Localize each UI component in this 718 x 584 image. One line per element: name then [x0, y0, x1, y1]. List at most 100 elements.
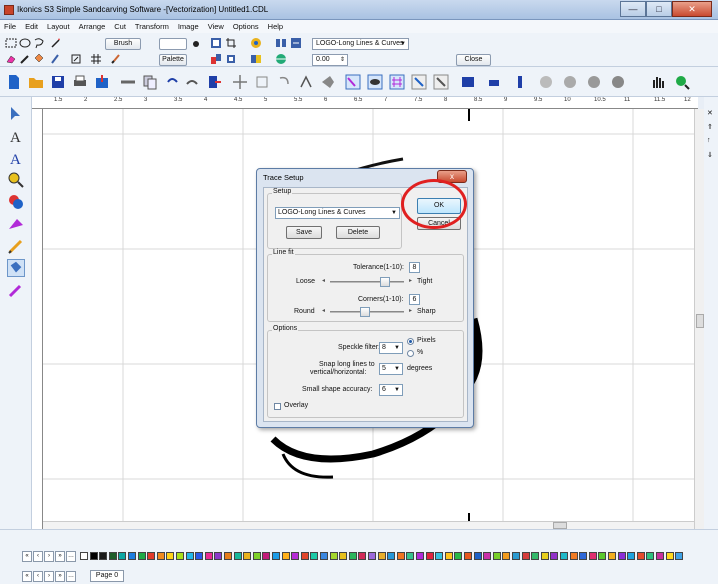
shapes-tool-icon[interactable]	[7, 193, 25, 211]
sandblast-icon-2[interactable]	[562, 74, 578, 90]
percent-radio[interactable]	[407, 350, 414, 357]
color-swatch[interactable]	[588, 552, 597, 560]
minimize-button[interactable]: —	[620, 1, 646, 17]
copy-icon[interactable]	[142, 74, 158, 90]
lasso-icon[interactable]	[33, 37, 45, 49]
art-text-tool-icon[interactable]: A	[7, 149, 25, 167]
node-tool-icon[interactable]	[389, 74, 405, 90]
color-swatch[interactable]	[118, 552, 127, 560]
tolerance-value[interactable]: 8	[409, 262, 420, 273]
slider-thumb[interactable]	[380, 277, 390, 287]
vector-edit-icon[interactable]	[345, 74, 361, 90]
color-swatch[interactable]	[636, 552, 645, 560]
color-swatch[interactable]	[531, 552, 540, 560]
close-toolbar-button[interactable]: Close	[456, 54, 491, 66]
horizontal-scroll-thumb[interactable]	[553, 522, 567, 529]
color-swatch[interactable]	[502, 552, 511, 560]
pencil-icon[interactable]	[19, 53, 31, 65]
delete-button[interactable]: Delete	[336, 226, 380, 239]
color-swatch[interactable]	[675, 552, 684, 560]
brush-shape-select[interactable]	[159, 38, 187, 50]
effects-tool-icon[interactable]	[7, 215, 25, 233]
open-icon[interactable]	[28, 74, 44, 90]
setup-select[interactable]: LOGO-Long Lines & Curves ▼	[275, 207, 400, 219]
menu-layout[interactable]: Layout	[47, 22, 70, 31]
eraser-icon[interactable]	[5, 53, 17, 65]
color-swatch[interactable]	[579, 552, 588, 560]
cut-icon[interactable]	[486, 74, 502, 90]
crop-icon[interactable]	[225, 37, 237, 49]
sandblast-icon-1[interactable]	[538, 74, 554, 90]
collapse-icon[interactable]: ✕	[707, 109, 713, 117]
new-file-icon[interactable]	[6, 74, 22, 90]
color-swatch[interactable]	[224, 552, 232, 560]
select-rect-icon[interactable]	[5, 37, 17, 49]
pointer-tool-icon[interactable]	[7, 105, 25, 123]
color-swatch[interactable]	[425, 552, 434, 560]
text-tool-icon[interactable]: A	[7, 127, 25, 145]
color-swatch[interactable]	[368, 552, 376, 560]
small-shape-accuracy-select[interactable]: 6 ▼	[379, 384, 403, 396]
color-swatch[interactable]	[99, 552, 108, 560]
more-icon[interactable]: …	[66, 551, 76, 562]
vectorize-icon[interactable]	[210, 37, 222, 49]
color-swatch[interactable]	[195, 552, 204, 560]
color-swatch[interactable]	[291, 552, 300, 560]
color-swatch[interactable]	[396, 552, 405, 560]
menu-edit[interactable]: Edit	[25, 22, 38, 31]
color-swatch[interactable]	[204, 552, 213, 560]
color-swatch[interactable]	[137, 552, 146, 560]
color-swatch[interactable]	[320, 552, 328, 560]
corners-value[interactable]: 6	[409, 294, 420, 305]
slider-left-arrow-icon[interactable]: ◂	[322, 277, 325, 284]
color-swatch[interactable]	[512, 552, 520, 560]
color-swatch[interactable]	[540, 552, 549, 560]
color-swatch[interactable]	[272, 552, 280, 560]
fill-icon[interactable]	[33, 53, 45, 65]
rotate-icon[interactable]	[276, 74, 292, 90]
color-swatch[interactable]	[483, 552, 492, 560]
slider-right-arrow-icon[interactable]: ▸	[409, 307, 412, 314]
redo-icon[interactable]	[184, 74, 200, 90]
color-swatch[interactable]	[464, 552, 472, 560]
color-swatch[interactable]	[147, 552, 156, 560]
pan-hand-icon[interactable]	[650, 74, 666, 90]
trace-settings-icon[interactable]	[290, 37, 302, 49]
brush-button[interactable]: Brush	[105, 38, 141, 50]
color-swatch[interactable]	[569, 552, 578, 560]
wand-icon[interactable]	[50, 37, 62, 49]
color-swatch[interactable]	[233, 552, 242, 560]
color-swatch[interactable]	[156, 552, 165, 560]
outline-icon[interactable]	[433, 74, 449, 90]
select-ellipse-icon[interactable]	[19, 37, 31, 49]
menu-file[interactable]: File	[4, 22, 16, 31]
paint-brush-icon[interactable]	[110, 53, 122, 65]
smudge-icon[interactable]	[50, 53, 62, 65]
weld-icon[interactable]	[411, 74, 427, 90]
corners-slider[interactable]: ◂ ▸	[322, 307, 412, 317]
mirror-icon[interactable]	[298, 74, 314, 90]
scroll-down-double-icon[interactable]: ⇓	[707, 151, 713, 159]
trace-icon[interactable]	[275, 37, 287, 49]
color-swatch[interactable]	[406, 552, 415, 560]
slider-right-arrow-icon[interactable]: ▸	[409, 277, 412, 284]
slider-left-arrow-icon[interactable]: ◂	[322, 307, 325, 314]
sandblast-icon-3[interactable]	[586, 74, 602, 90]
pixels-radio[interactable]	[407, 338, 414, 345]
mask-icon[interactable]	[512, 74, 528, 90]
trace-preset-dropdown[interactable]: LOGO-Long Lines & Curves ▼	[312, 38, 409, 50]
zoom-icon[interactable]	[674, 74, 690, 90]
save-button[interactable]: Save	[286, 226, 322, 239]
invert-icon[interactable]	[250, 53, 262, 65]
scroll-up-icon[interactable]: ↑	[707, 137, 711, 144]
slider-thumb[interactable]	[360, 307, 370, 317]
color-swatch[interactable]	[473, 552, 482, 560]
last-icon[interactable]: »	[55, 551, 65, 562]
color-swatch[interactable]	[627, 552, 636, 560]
color-swatch[interactable]	[128, 552, 136, 560]
first-page-icon[interactable]: «	[22, 571, 32, 582]
color-swatch[interactable]	[348, 552, 357, 560]
spinner-icon[interactable]: ⇕	[340, 55, 345, 65]
resize-icon[interactable]	[70, 53, 82, 65]
color-swatch[interactable]	[377, 552, 386, 560]
